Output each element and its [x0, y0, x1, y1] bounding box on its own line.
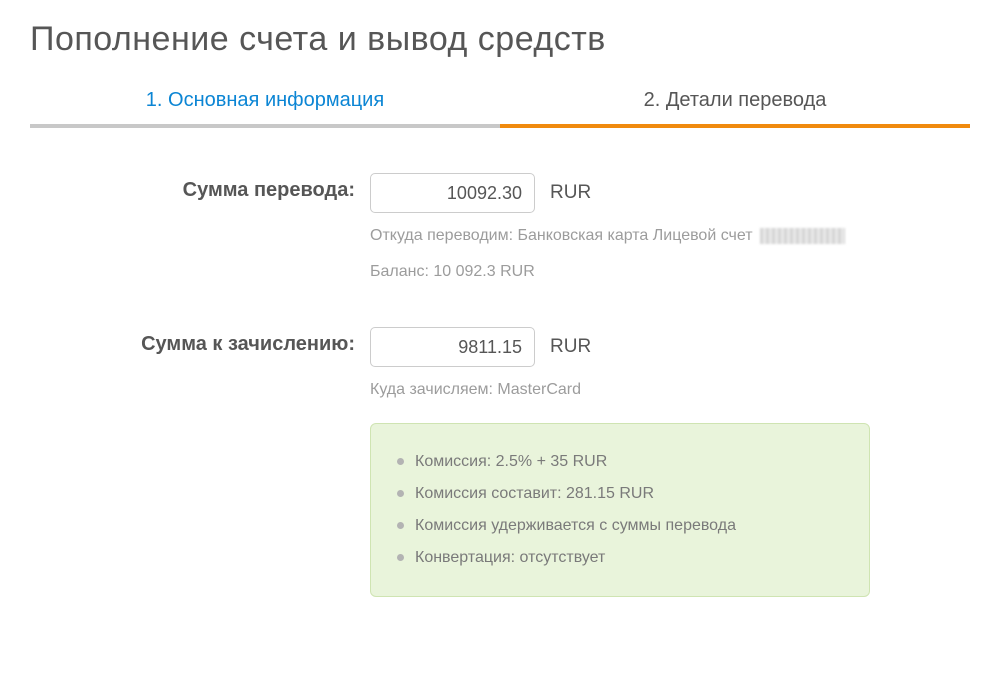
- transfer-source-hint: Откуда переводим: Банковская карта Лицев…: [370, 223, 970, 249]
- row-credit-amount: Сумма к зачислению: RUR Куда зачисляем: …: [30, 327, 970, 403]
- commission-list: Комиссия: 2.5% + 35 RUR Комиссия состави…: [397, 446, 843, 574]
- credit-amount-currency: RUR: [550, 336, 591, 358]
- source-hint-text: Откуда переводим: Банковская карта Лицев…: [370, 227, 753, 244]
- tab-transfer-details[interactable]: 2. Детали перевода: [500, 89, 970, 128]
- page-title: Пополнение счета и вывод средств: [30, 20, 970, 59]
- destination-hint: Куда зачисляем: MasterCard: [370, 377, 970, 403]
- commission-info-box: Комиссия: 2.5% + 35 RUR Комиссия состави…: [370, 423, 870, 597]
- conversion-item: Конвертация: отсутствует: [397, 542, 843, 574]
- commission-note-item: Комиссия удерживается с суммы перевода: [397, 510, 843, 542]
- transfer-amount-currency: RUR: [550, 182, 591, 204]
- row-transfer-amount: Сумма перевода: RUR Откуда переводим: Ба…: [30, 173, 970, 284]
- balance-hint: Баланс: 10 092.3 RUR: [370, 259, 970, 285]
- tab-basic-info[interactable]: 1. Основная информация: [30, 89, 500, 128]
- transfer-amount-input[interactable]: [370, 173, 535, 213]
- credit-amount-label: Сумма к зачислению:: [30, 327, 370, 356]
- commission-amount-item: Комиссия составит: 281.15 RUR: [397, 478, 843, 510]
- account-number-blurred: [760, 228, 845, 244]
- commission-rate-item: Комиссия: 2.5% + 35 RUR: [397, 446, 843, 478]
- transfer-amount-label: Сумма перевода:: [30, 173, 370, 202]
- tabs: 1. Основная информация 2. Детали перевод…: [30, 89, 970, 128]
- credit-amount-input[interactable]: [370, 327, 535, 367]
